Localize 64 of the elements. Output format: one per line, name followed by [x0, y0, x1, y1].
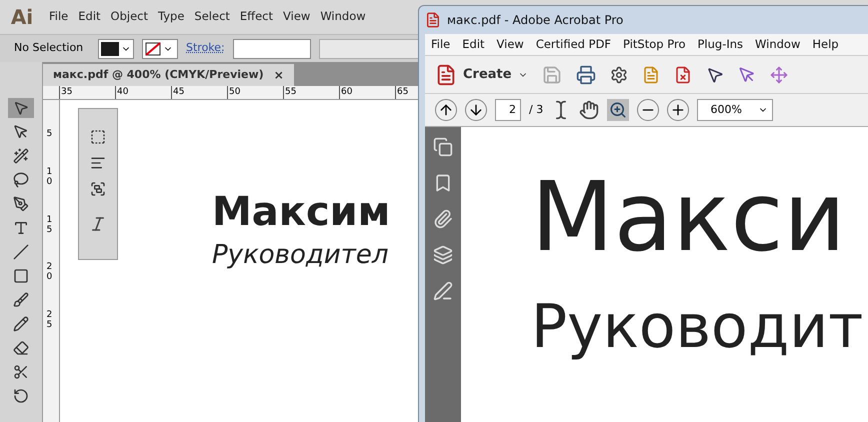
ruler-label: 25 [46, 311, 54, 332]
app-logo: Ai [10, 4, 34, 31]
ruler-label: 50 [227, 86, 283, 99]
create-button[interactable]: Create [435, 64, 528, 86]
page-total: / 3 [529, 102, 544, 118]
menu-item[interactable]: Plug-Ins [691, 36, 750, 54]
stroke-weight-field[interactable] [232, 38, 311, 58]
stroke-swatch[interactable] [142, 38, 178, 58]
menu-item[interactable]: Edit [73, 8, 106, 26]
menu-item[interactable]: Help [806, 36, 845, 54]
pdf-file-icon [425, 12, 441, 28]
page-number-field[interactable]: 2 [495, 99, 521, 121]
ruler-label: 60 [339, 86, 395, 99]
menu-item[interactable]: View [490, 36, 530, 54]
fill-swatch[interactable] [98, 38, 134, 58]
menu-item[interactable]: Select [189, 8, 235, 26]
stroke-link[interactable]: Stroke: [186, 40, 225, 57]
ruler-label: 15 [46, 216, 54, 236]
selection-tool-icon[interactable] [8, 98, 34, 118]
ruler-label: 45 [171, 86, 227, 99]
page-subheading: Руководит [531, 291, 864, 364]
paperclip-icon[interactable] [433, 209, 453, 229]
menu-item[interactable]: PitStop Pro [617, 36, 692, 54]
ruler-label: 20 [46, 263, 54, 284]
menu-item[interactable]: Certified PDF [530, 36, 618, 54]
next-page-icon[interactable] [465, 99, 487, 121]
pages-icon[interactable] [433, 137, 453, 157]
zoom-field[interactable]: 600% [697, 99, 774, 121]
ruler-label: 55 [283, 86, 339, 99]
menu-item[interactable]: View [278, 8, 316, 26]
document-title: макс.pdf @ 400% (CMYK/Preview) [53, 66, 264, 83]
marquee-zoom-icon[interactable] [607, 99, 630, 121]
zoom-in-icon[interactable] [667, 99, 690, 121]
layers-icon[interactable] [433, 245, 453, 265]
window-title: макс.pdf - Adobe Acrobat Pro [447, 12, 624, 29]
menu-item[interactable]: File [425, 36, 456, 54]
selection-status: No Selection [14, 40, 84, 56]
menu-item[interactable]: Effect [234, 8, 278, 26]
pointer-icon[interactable] [706, 66, 724, 84]
signature-icon[interactable] [433, 281, 453, 301]
ruler-label: 10 [46, 168, 54, 188]
previous-page-icon[interactable] [435, 99, 457, 121]
move-icon[interactable] [770, 66, 788, 84]
menu-item[interactable]: Window [749, 36, 806, 54]
close-icon[interactable]: × [274, 66, 284, 84]
document-tab[interactable]: макс.pdf @ 400% (CMYK/Preview) × [43, 64, 294, 86]
ruler-label: 40 [115, 86, 171, 99]
document-icon [435, 64, 457, 86]
menu-item[interactable]: Window [315, 8, 371, 26]
zoom-out-icon[interactable] [637, 99, 660, 121]
print-icon[interactable] [576, 64, 596, 84]
menu-item[interactable]: Type [153, 8, 190, 26]
menu-item[interactable]: File [44, 8, 74, 26]
canvas-subheading: Руководител [212, 239, 389, 272]
page-heading: Макси [531, 167, 847, 267]
menu-item[interactable]: Edit [456, 36, 491, 54]
canvas-heading: Максим [212, 188, 390, 236]
ruler-label: 35 [59, 86, 115, 99]
document-delete-icon[interactable] [674, 66, 692, 84]
hand-icon[interactable] [579, 100, 600, 120]
menu-item[interactable]: Object [106, 8, 153, 26]
align-icon[interactable] [90, 155, 106, 171]
ruler-label: 5 [46, 130, 54, 140]
settings-icon[interactable] [610, 66, 628, 84]
